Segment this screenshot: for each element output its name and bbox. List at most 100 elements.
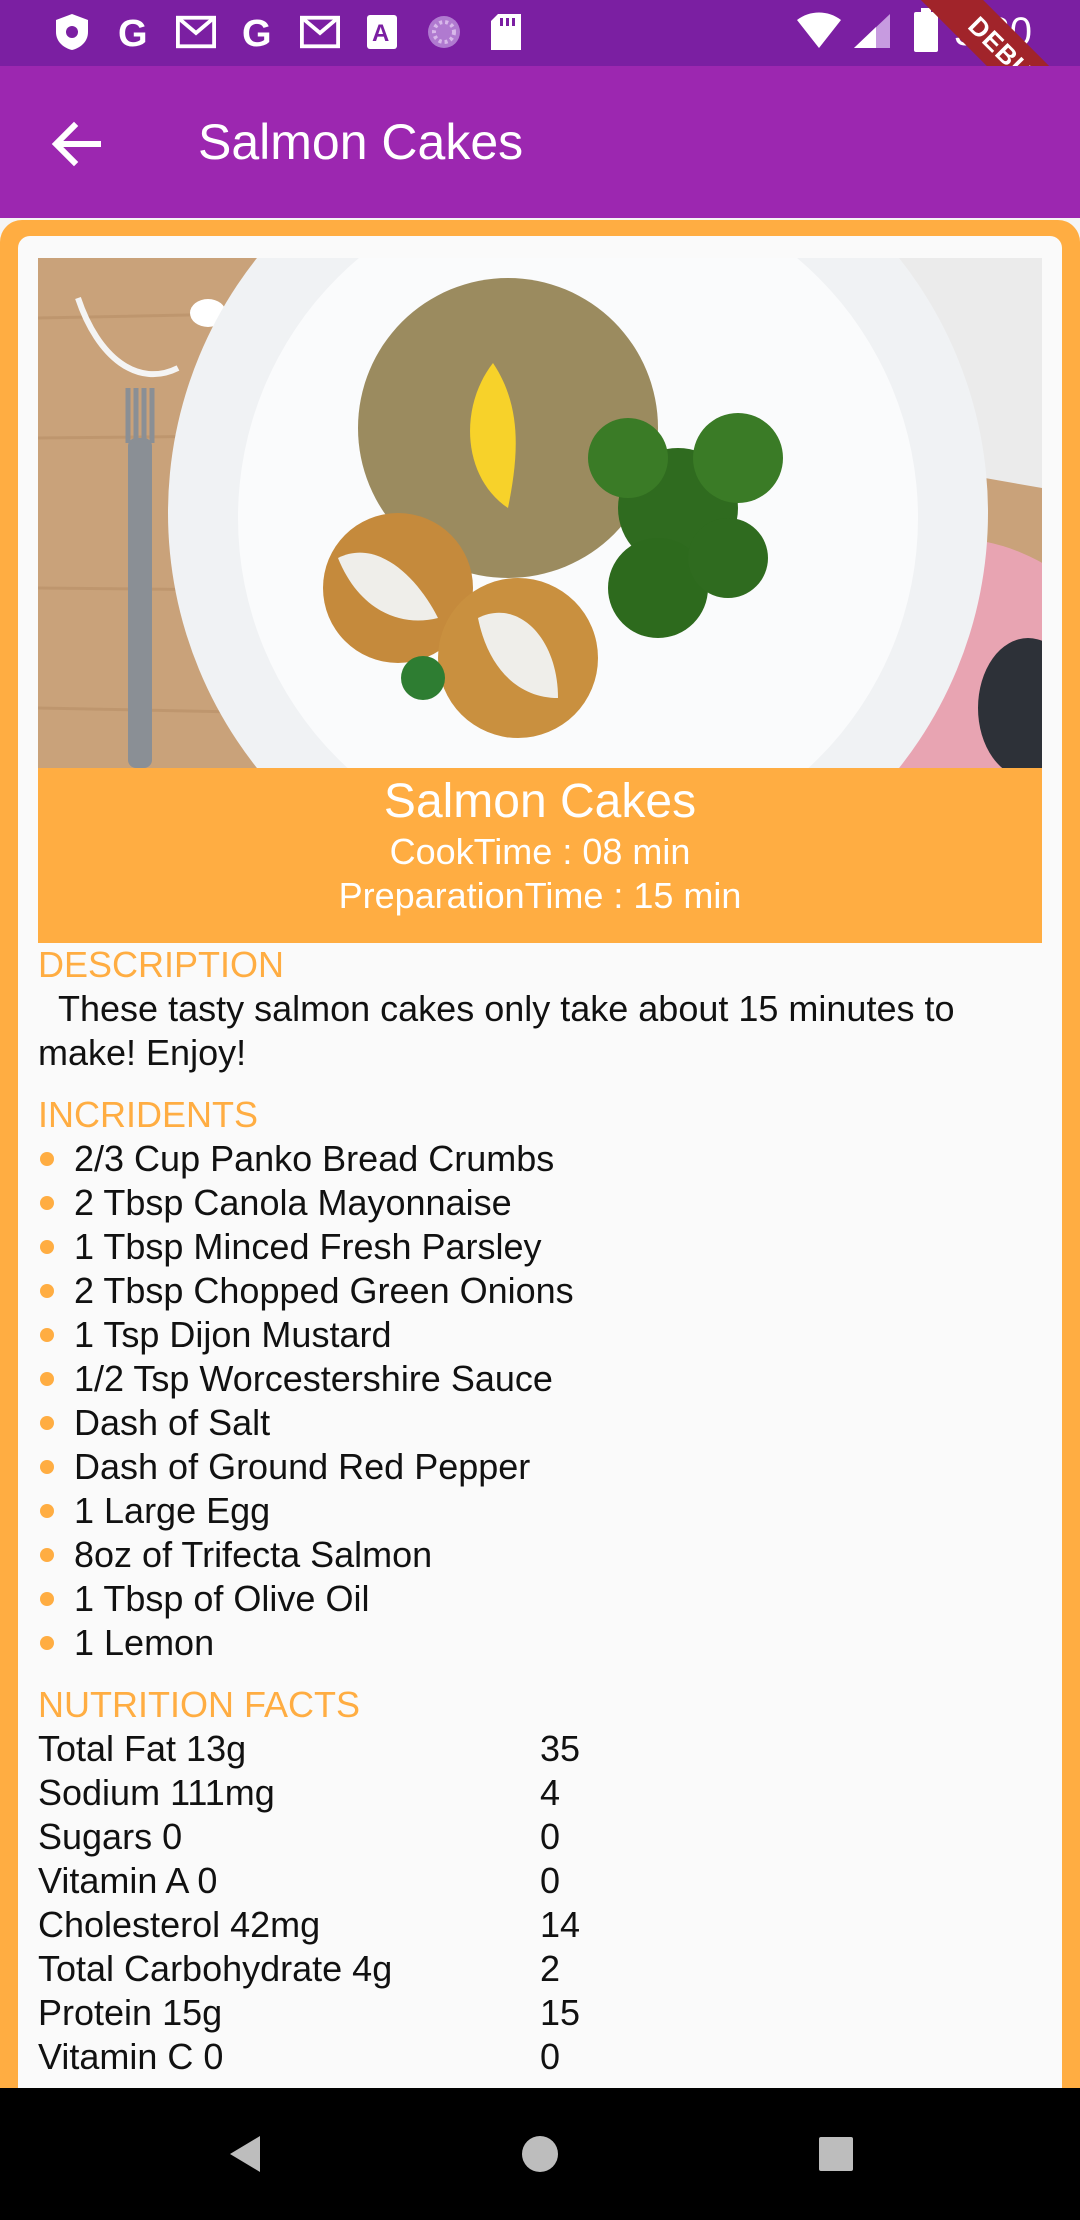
nutrition-label: Protein 15g bbox=[38, 1992, 223, 2033]
list-item: 1 Large Egg bbox=[38, 1489, 1042, 1533]
page-title: Salmon Cakes bbox=[198, 114, 524, 170]
ingredient-label: Dash of Ground Red Pepper bbox=[74, 1446, 531, 1487]
list-item: 1/2 Tsp Worcestershire Sauce bbox=[38, 1357, 1042, 1401]
ingredient-label: 1 Lemon bbox=[74, 1622, 215, 1663]
back-triangle-icon bbox=[220, 2136, 272, 2184]
bullet-icon bbox=[40, 1592, 54, 1606]
recents-square-icon bbox=[810, 2137, 862, 2184]
svg-text:A: A bbox=[372, 20, 389, 47]
nutrition-label: Cholesterol 42mg bbox=[38, 1904, 321, 1945]
nutrition-heading: NUTRITION FACTS bbox=[38, 1684, 360, 1725]
ingredients-heading: INCRIDENTS bbox=[38, 1094, 259, 1135]
bullet-icon bbox=[40, 1460, 54, 1474]
bullet-icon bbox=[40, 1152, 54, 1166]
ingredient-label: 1 Tbsp of Olive Oil bbox=[74, 1578, 370, 1619]
shield-icon bbox=[52, 12, 92, 52]
gmail-icon bbox=[176, 12, 216, 52]
nutrition-table: Total Fat 13g 35 Sodium 111mg 4 Sugars 00 … bbox=[38, 1727, 1042, 2079]
loading-icon bbox=[424, 12, 464, 52]
sd-card-icon bbox=[486, 12, 526, 52]
table-row: Sugars 0 0 bbox=[38, 1815, 1042, 1859]
nutrition-value: 0 bbox=[540, 1860, 561, 1901]
status-bar: G G A 3:30 DEBUG bbox=[0, 0, 1080, 157]
bullet-icon bbox=[40, 1372, 54, 1386]
bullet-icon bbox=[40, 1284, 54, 1298]
nutrition-value: 35 bbox=[540, 1728, 581, 1769]
home-circle-icon bbox=[514, 2136, 566, 2184]
nutrition-value: 4 bbox=[540, 1772, 561, 1813]
ingredient-label: 8oz of Trifecta Salmon bbox=[74, 1534, 433, 1575]
recipe-name: Salmon Cakes bbox=[383, 775, 697, 828]
ingredient-label: 2 Tbsp Chopped Green Onions bbox=[74, 1270, 574, 1311]
table-row: Protein 15g 15 bbox=[38, 1991, 1042, 2035]
table-row: Vitamin C 0 0 bbox=[38, 2035, 1042, 2079]
list-item: 2 Tbsp Canola Mayonnaise bbox=[38, 1181, 1042, 1225]
table-row: Total Carbohydrate 4g 2 bbox=[38, 1947, 1042, 1991]
nutrition-value: 2 bbox=[540, 1948, 561, 1989]
list-item: 1 Tbsp Minced Fresh Parsley bbox=[38, 1225, 1042, 1269]
svg-text:G: G bbox=[242, 13, 272, 52]
arrow-back-icon bbox=[44, 121, 108, 180]
nav-recents-button[interactable] bbox=[810, 2128, 862, 2180]
bullet-icon bbox=[40, 1328, 54, 1342]
ingredient-label: 1 Tsp Dijon Mustard bbox=[74, 1314, 392, 1355]
bullet-icon bbox=[40, 1196, 54, 1210]
table-row: Vitamin A 0 0 bbox=[38, 1859, 1042, 1903]
ingredient-label: 2 Tbsp Canola Mayonnaise bbox=[74, 1182, 512, 1223]
nutrition-value: 14 bbox=[540, 1904, 581, 1945]
notification-icons: G G A bbox=[52, 12, 526, 52]
recipe-content: Salmon Cakes CookTime : 08 min Preparati… bbox=[38, 258, 1042, 2079]
battery-icon bbox=[914, 8, 938, 57]
table-row: Sodium 111mg 4 bbox=[38, 1771, 1042, 1815]
nav-back-button[interactable] bbox=[220, 2128, 272, 2180]
ingredient-label: 2/3 Cup Panko Bread Crumbs bbox=[74, 1138, 555, 1179]
google-icon: G bbox=[114, 12, 154, 52]
nutrition-label: Sodium 111mg bbox=[38, 1772, 275, 1813]
bullet-icon bbox=[40, 1636, 54, 1650]
table-row: Total Fat 13g 35 bbox=[38, 1727, 1042, 1771]
bullet-icon bbox=[40, 1548, 54, 1562]
list-item: Dash of Ground Red Pepper bbox=[38, 1445, 1042, 1489]
ingredient-label: Dash of Salt bbox=[74, 1402, 271, 1443]
description-heading: DESCRIPTION bbox=[38, 944, 285, 985]
google-icon: G bbox=[238, 12, 278, 52]
list-item: 1 Tsp Dijon Mustard bbox=[38, 1313, 1042, 1357]
list-item: 2 Tbsp Chopped Green Onions bbox=[38, 1269, 1042, 1313]
cook-time: CookTime : 08 min bbox=[389, 831, 691, 872]
app-bar: Salmon Cakes bbox=[0, 66, 1080, 218]
nutrition-label: Total Fat 13g bbox=[38, 1728, 247, 1769]
nutrition-value: 15 bbox=[540, 1992, 581, 2033]
svg-text:G: G bbox=[118, 13, 148, 52]
ingredient-label: 1/2 Tsp Worcestershire Sauce bbox=[74, 1358, 553, 1399]
list-item: 1 Tbsp of Olive Oil bbox=[38, 1577, 1042, 1621]
table-row: Cholesterol 42mg 14 bbox=[38, 1903, 1042, 1947]
recipe-card[interactable]: Salmon Cakes CookTime : 08 min Preparati… bbox=[18, 236, 1062, 2090]
list-item: Dash of Salt bbox=[38, 1401, 1042, 1445]
ingredient-label: 1 Large Egg bbox=[74, 1490, 271, 1531]
recipe-photo bbox=[38, 258, 1042, 768]
nutrition-value: 0 bbox=[540, 1816, 561, 1857]
bullet-icon bbox=[40, 1416, 54, 1430]
nav-home-button[interactable] bbox=[514, 2128, 566, 2180]
list-item: 1 Lemon bbox=[38, 1621, 1042, 1665]
cell-signal-icon bbox=[852, 12, 892, 55]
system-nav-bar bbox=[0, 2088, 1080, 2220]
wifi-icon bbox=[796, 12, 842, 55]
nutrition-label: Total Carbohydrate 4g bbox=[38, 1948, 393, 1989]
description-text: These tasty salmon cakes only take about… bbox=[38, 988, 965, 1073]
list-item: 2/3 Cup Panko Bread Crumbs bbox=[38, 1137, 1042, 1181]
gmail-icon bbox=[300, 12, 340, 52]
ingredient-list: 2/3 Cup Panko Bread Crumbs 2 Tbsp Canola… bbox=[38, 1137, 1042, 1665]
prep-time: PreparationTime : 15 min bbox=[338, 875, 742, 916]
list-item: 8oz of Trifecta Salmon bbox=[38, 1533, 1042, 1577]
bullet-icon bbox=[40, 1504, 54, 1518]
font-icon: A bbox=[362, 12, 402, 52]
bullet-icon bbox=[40, 1240, 54, 1254]
ingredient-label: 1 Tbsp Minced Fresh Parsley bbox=[74, 1226, 542, 1267]
recipe-banner: Salmon Cakes CookTime : 08 min Preparati… bbox=[38, 768, 1042, 943]
nutrition-label: Vitamin A 0 bbox=[38, 1860, 218, 1901]
nutrition-label: Sugars 0 bbox=[38, 1816, 183, 1857]
nutrition-label: Vitamin C 0 bbox=[38, 2036, 224, 2077]
nutrition-value: 0 bbox=[540, 2036, 561, 2077]
back-button[interactable] bbox=[44, 112, 108, 176]
